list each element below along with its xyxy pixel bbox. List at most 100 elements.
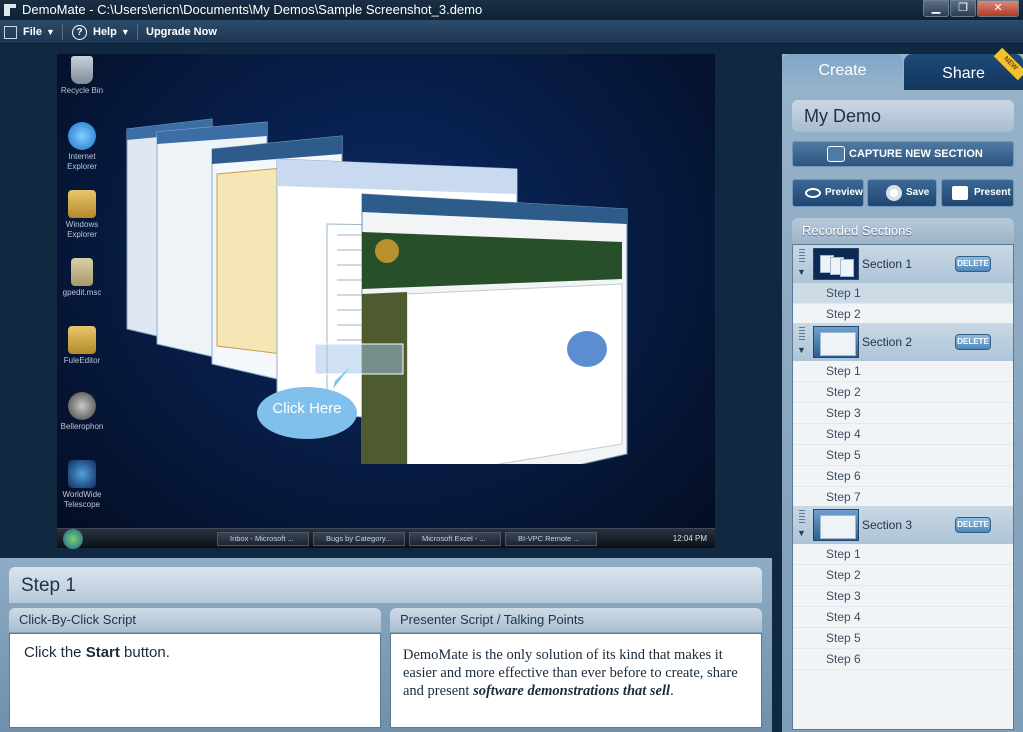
taskbar-clock: 12:04 PM	[672, 534, 707, 543]
callout-text: Click Here	[272, 400, 342, 417]
capture-new-section-button[interactable]: CAPTURE NEW SECTION	[792, 141, 1014, 167]
new-badge: NEW	[993, 47, 1023, 81]
upgrade-now-link[interactable]: Upgrade Now	[146, 20, 217, 44]
step-item[interactable]: Step 5	[793, 445, 1013, 466]
recorded-sections-list: ▼ Section 1 DELETE Step 1 Step 2 ▼ Secti…	[792, 244, 1014, 730]
section-row[interactable]: ▼ Section 2 DELETE	[793, 323, 1013, 361]
document-icon	[71, 258, 93, 286]
desktop-icon-gpedit: gpedit.msc	[57, 258, 107, 298]
demomate-window: DemoMate - C:\Users\ericn\Documents\My D…	[0, 0, 1023, 732]
delete-section-button[interactable]: DELETE	[955, 256, 991, 272]
file-menu-icon	[4, 25, 17, 39]
step-item[interactable]: Step 2	[793, 382, 1013, 403]
expand-arrow-icon[interactable]: ▼	[797, 345, 806, 355]
demomate-logo-icon	[4, 4, 16, 16]
preview-label: Preview	[825, 187, 863, 198]
drag-handle-icon[interactable]	[799, 327, 805, 341]
taskbar-button[interactable]: Bugs by Category...	[313, 532, 405, 546]
tab-share[interactable]: Share NEW	[904, 47, 1023, 90]
section-name: Section 3	[862, 518, 913, 532]
desktop-icon-label: FuleEditor	[63, 356, 101, 365]
expand-arrow-icon[interactable]: ▼	[797, 267, 806, 277]
file-menu[interactable]: File ▼	[4, 20, 55, 44]
step-item[interactable]: Step 2	[793, 304, 1013, 325]
telescope-icon	[68, 460, 96, 488]
disc-icon	[886, 185, 902, 201]
save-label: Save	[906, 187, 930, 198]
step-item[interactable]: Step 2	[793, 565, 1013, 586]
window-title: DemoMate - C:\Users\ericn\Documents\My D…	[22, 2, 483, 17]
help-menu-label: Help	[93, 26, 117, 38]
presenter-script-header: Presenter Script / Talking Points	[390, 608, 762, 632]
tab-create[interactable]: Create	[782, 54, 903, 90]
expand-arrow-icon[interactable]: ▼	[797, 528, 806, 538]
drag-handle-icon[interactable]	[799, 510, 805, 524]
desktop-icon-label: WorldWide Telescope	[62, 490, 102, 509]
desktop-icon-recycle-bin: Recycle Bin	[57, 56, 107, 96]
step-item[interactable]: Step 5	[793, 628, 1013, 649]
tab-share-label: Share	[942, 65, 985, 82]
desktop-icon-worldwide-telescope: WorldWide Telescope	[57, 460, 107, 510]
demo-name[interactable]: My Demo	[792, 100, 1014, 132]
section-thumbnail	[813, 326, 859, 358]
delete-section-button[interactable]: DELETE	[955, 334, 991, 350]
presenter-emphasis: software demonstrations that sell	[473, 683, 671, 699]
presenter-script-body[interactable]: DemoMate is the only solution of its kin…	[390, 633, 762, 728]
chevron-down-icon: ▼	[45, 27, 55, 37]
recycle-bin-icon	[71, 56, 93, 84]
section-thumbnail	[813, 509, 859, 541]
step-item[interactable]: Step 4	[793, 424, 1013, 445]
desktop-icon-label: Windows Explorer	[65, 220, 99, 239]
close-button[interactable]: ✕	[977, 0, 1019, 17]
present-label: Present	[974, 187, 1011, 198]
file-menu-label: File	[23, 26, 42, 38]
help-menu[interactable]: ? Help ▼	[72, 20, 130, 44]
eye-icon	[805, 188, 821, 198]
desktop-icon-label: Recycle Bin	[60, 86, 104, 95]
step-item[interactable]: Step 6	[793, 649, 1013, 670]
step-item[interactable]: Step 1	[793, 283, 1013, 304]
callout-bubble[interactable]	[255, 359, 365, 439]
flip3d-windows	[126, 118, 628, 464]
section-name: Section 2	[862, 335, 913, 349]
step-item[interactable]: Step 3	[793, 586, 1013, 607]
title-bar: DemoMate - C:\Users\ericn\Documents\My D…	[0, 0, 1023, 20]
step-panel: Step 1 Click-By-Click Script Click the S…	[0, 558, 772, 732]
preview-button[interactable]: Preview	[792, 179, 864, 207]
delete-section-button[interactable]: DELETE	[955, 517, 991, 533]
chevron-down-icon: ▼	[120, 27, 130, 37]
preview-taskbar: Inbox - Microsoft ... Bugs by Category..…	[57, 528, 715, 549]
taskbar-button[interactable]: BI-VPC Remote ...	[505, 532, 597, 546]
section-thumbnail	[813, 248, 859, 280]
drag-handle-icon[interactable]	[799, 249, 805, 263]
step-item[interactable]: Step 1	[793, 361, 1013, 382]
minimize-button[interactable]: ▁	[923, 0, 949, 17]
taskbar-button[interactable]: Inbox - Microsoft ...	[217, 532, 309, 546]
section-row[interactable]: ▼ Section 1 DELETE	[793, 245, 1013, 283]
desktop-icon-bellerophon: Bellerophon	[57, 392, 107, 432]
step-item[interactable]: Step 6	[793, 466, 1013, 487]
right-panel: Create Share NEW My Demo CAPTURE NEW SEC…	[782, 47, 1023, 732]
folder-icon	[68, 190, 96, 218]
step-item[interactable]: Step 1	[793, 544, 1013, 565]
present-button[interactable]: Present	[941, 179, 1014, 207]
section-row[interactable]: ▼ Section 3 DELETE	[793, 506, 1013, 544]
step-item[interactable]: Step 4	[793, 607, 1013, 628]
desktop-icon-internet-explorer: Internet Explorer	[57, 122, 107, 172]
desktop-icon-label: Bellerophon	[60, 422, 104, 431]
start-orb-icon[interactable]	[63, 529, 83, 549]
presenter-end: .	[670, 683, 674, 699]
save-button[interactable]: Save	[867, 179, 937, 207]
section-name: Section 1	[862, 257, 913, 271]
click-script-suffix: button.	[119, 644, 170, 661]
screenshot-preview: Recycle Bin Internet Explorer Windows Ex…	[57, 54, 715, 549]
bellerophon-icon	[68, 392, 96, 420]
step-item[interactable]: Step 3	[793, 403, 1013, 424]
click-script-body[interactable]: Click the Start button.	[9, 633, 381, 728]
maximize-button[interactable]: ❐	[950, 0, 976, 17]
step-item[interactable]: Step 7	[793, 487, 1013, 508]
taskbar-button[interactable]: Microsoft Excel - ...	[409, 532, 501, 546]
folder-icon	[68, 326, 96, 354]
new-badge-label: NEW	[1002, 55, 1019, 72]
help-icon: ?	[72, 24, 87, 40]
